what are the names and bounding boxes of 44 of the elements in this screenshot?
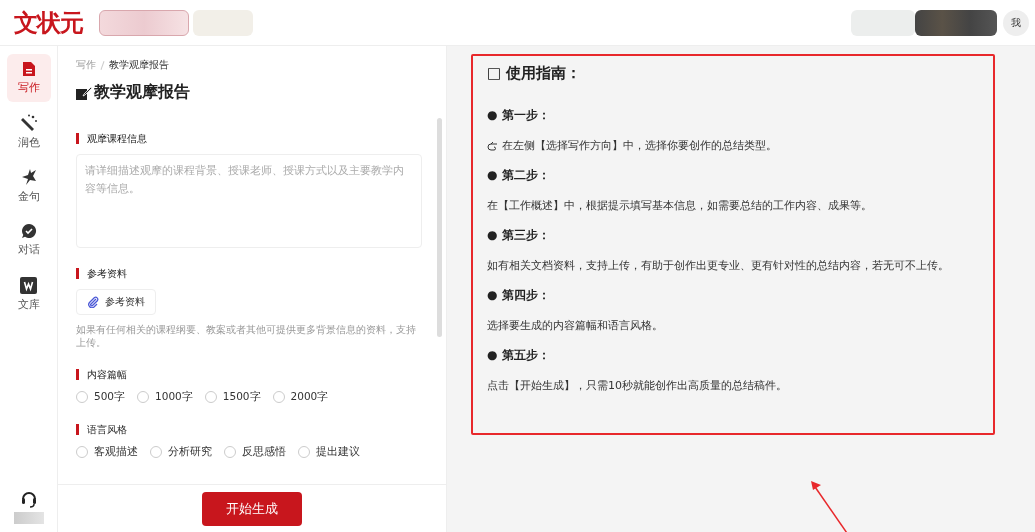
section-label: 参考资料 [76, 268, 422, 279]
step-text: 如有相关文档资料，支持上传，有助于创作出更专业、更有针对性的总结内容，若无可不上传。 [487, 258, 949, 273]
logo: 文状元 [14, 7, 83, 39]
radio-option[interactable]: 500字 [76, 390, 126, 404]
user-avatar[interactable]: 我 [1003, 9, 1029, 36]
sidebar-item[interactable]: 金句 [6, 162, 51, 210]
w-logo-icon [20, 276, 37, 294]
step-text: 在【工作概述】中，根据提示填写基本信息，如需要总结的工作内容、成果等。 [487, 198, 872, 213]
redacted-block [13, 512, 44, 524]
step-heading: ● 第二步： [487, 167, 551, 184]
step-text: 点击【开始生成】，只需10秒就能创作出高质量的总结稿件。 [487, 378, 787, 393]
paperclip-icon [87, 296, 99, 308]
wand-icon [19, 114, 38, 132]
step-heading: ● 第五步： [487, 347, 551, 364]
breadcrumb-current: 教学观摩报告 [109, 58, 169, 72]
guide-title: □ 使用指南： [487, 64, 583, 83]
upload-button[interactable]: 参考资料 [76, 289, 156, 315]
sidebar-item[interactable]: 润色 [6, 108, 51, 156]
redacted-block [851, 9, 915, 36]
radio-option[interactable]: 2000字 [272, 390, 329, 404]
headset-icon[interactable] [20, 490, 37, 508]
sidebar-item[interactable]: 文库 [6, 270, 51, 318]
section-label: 语言风格 [76, 424, 422, 435]
page-title: 教学观摩报告 [94, 82, 190, 103]
start-generate-button[interactable]: 开始生成 [202, 491, 302, 526]
sidebar-item[interactable]: 对话 [6, 216, 51, 264]
step-text: 在左侧【选择写作方向】中，选择你要创作的总结类型。 [502, 138, 777, 153]
sidebar-item[interactable]: 写作 [6, 54, 51, 102]
section-label: 观摩课程信息 [76, 133, 422, 144]
radio-option[interactable]: 1500字 [204, 390, 261, 404]
step-text: 选择要生成的内容篇幅和语言风格。 [487, 318, 663, 333]
radio-option[interactable]: 反思感悟 [224, 445, 286, 459]
radio-option[interactable]: 分析研究 [150, 445, 212, 459]
radio-option[interactable]: 客观描述 [76, 445, 138, 459]
chat-icon [20, 223, 37, 239]
document-icon [21, 61, 36, 77]
radio-option[interactable]: 1000字 [137, 390, 193, 404]
radio-option[interactable]: 提出建议 [298, 445, 360, 459]
step-heading: ● 第四步： [487, 287, 551, 304]
edit-icon [76, 85, 92, 100]
step-heading: ● 第一步： [487, 107, 551, 124]
section-label: 内容篇幅 [76, 369, 422, 380]
step-heading: ● 第三步： [487, 227, 551, 244]
upload-hint: 如果有任何相关的课程纲要、教案或者其他可提供更多背景信息的资料，支持上传。 [76, 323, 417, 349]
